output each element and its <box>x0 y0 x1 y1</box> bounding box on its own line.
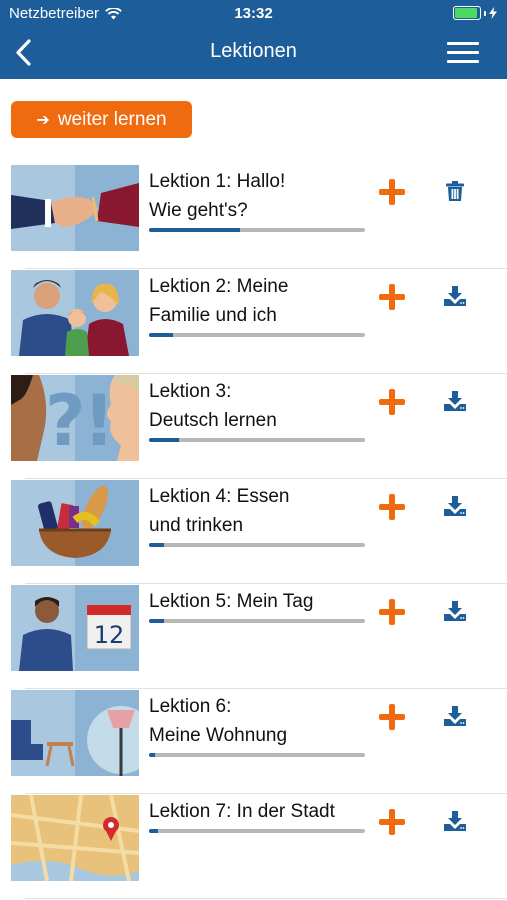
lesson-thumbnail-apartment[interactable] <box>11 690 139 776</box>
navigation-bar: Lektionen <box>0 28 507 79</box>
continue-learning-button[interactable]: ➔ weiter lernen <box>11 101 192 138</box>
lesson-thumbnail-handshake[interactable] <box>11 165 139 251</box>
lesson-progress-bar <box>149 228 365 232</box>
lesson-thumbnail-city-map[interactable] <box>11 795 139 881</box>
lesson-title: Lektion 3: Deutsch lernen <box>149 381 277 431</box>
continue-learning-label: weiter lernen <box>57 108 167 130</box>
battery-icon <box>453 6 497 20</box>
lesson-item-7[interactable]: Lektion 7: In der Stadt <box>0 795 507 899</box>
plus-icon[interactable] <box>379 284 405 310</box>
lesson-title: Lektion 2: Meine Familie und ich <box>149 276 289 326</box>
divider <box>25 688 507 689</box>
download-icon[interactable] <box>443 809 467 833</box>
plus-icon[interactable] <box>379 494 405 520</box>
divider <box>25 478 507 479</box>
lesson-title: Lektion 1: Hallo! Wie geht's? <box>149 171 286 221</box>
lesson-progress-bar <box>149 543 365 547</box>
lesson-title: Lektion 6: Meine Wohnung <box>149 696 288 746</box>
download-icon[interactable] <box>443 284 467 308</box>
clock: 13:32 <box>234 5 273 22</box>
lesson-item-1[interactable]: Lektion 1: Hallo! Wie geht's? <box>0 165 507 269</box>
charging-icon <box>489 7 497 19</box>
divider <box>25 898 507 899</box>
lesson-thumbnail-question[interactable]: ? ! <box>11 375 139 461</box>
download-icon[interactable] <box>443 389 467 413</box>
calendar-day: 12 <box>94 621 125 649</box>
lesson-progress-bar <box>149 753 365 757</box>
download-icon[interactable] <box>443 599 467 623</box>
lesson-thumbnail-calendar[interactable]: 12 <box>11 585 139 671</box>
arrow-right-icon: ➔ <box>36 111 50 129</box>
download-icon[interactable] <box>443 704 467 728</box>
lesson-item-3[interactable]: ? ! Lektion 3: Deutsch lernen <box>0 375 507 479</box>
lesson-item-5[interactable]: 12 Lektion 5: Mein Tag <box>0 585 507 689</box>
hamburger-icon <box>447 42 479 45</box>
divider <box>25 583 507 584</box>
lesson-item-4[interactable]: Lektion 4: Essen und trinken <box>0 480 507 584</box>
plus-icon[interactable] <box>379 179 405 205</box>
lesson-thumbnail-food-basket[interactable] <box>11 480 139 566</box>
lesson-title: Lektion 5: Mein Tag <box>149 591 314 612</box>
lesson-progress-bar <box>149 829 365 833</box>
divider <box>25 268 507 269</box>
plus-icon[interactable] <box>379 599 405 625</box>
lesson-progress-bar <box>149 619 365 623</box>
svg-text:?: ? <box>45 380 86 461</box>
menu-button[interactable] <box>447 42 479 64</box>
divider <box>25 793 507 794</box>
trash-icon[interactable] <box>443 179 467 203</box>
lesson-progress-bar <box>149 333 365 337</box>
lesson-item-6[interactable]: Lektion 6: Meine Wohnung <box>0 690 507 794</box>
lesson-thumbnail-family[interactable] <box>11 270 139 356</box>
lesson-title: Lektion 7: In der Stadt <box>149 801 335 822</box>
status-bar: Netzbetreiber 13:32 <box>0 0 507 28</box>
download-icon[interactable] <box>443 494 467 518</box>
lesson-title: Lektion 4: Essen und trinken <box>149 486 290 536</box>
divider <box>25 373 507 374</box>
page-title: Lektionen <box>210 40 297 62</box>
top-bar: Netzbetreiber 13:32 Lektionen <box>0 0 507 79</box>
lesson-progress-bar <box>149 438 365 442</box>
plus-icon[interactable] <box>379 389 405 415</box>
plus-icon[interactable] <box>379 704 405 730</box>
lesson-item-2[interactable]: Lektion 2: Meine Familie und ich <box>0 270 507 374</box>
plus-icon[interactable] <box>379 809 405 835</box>
